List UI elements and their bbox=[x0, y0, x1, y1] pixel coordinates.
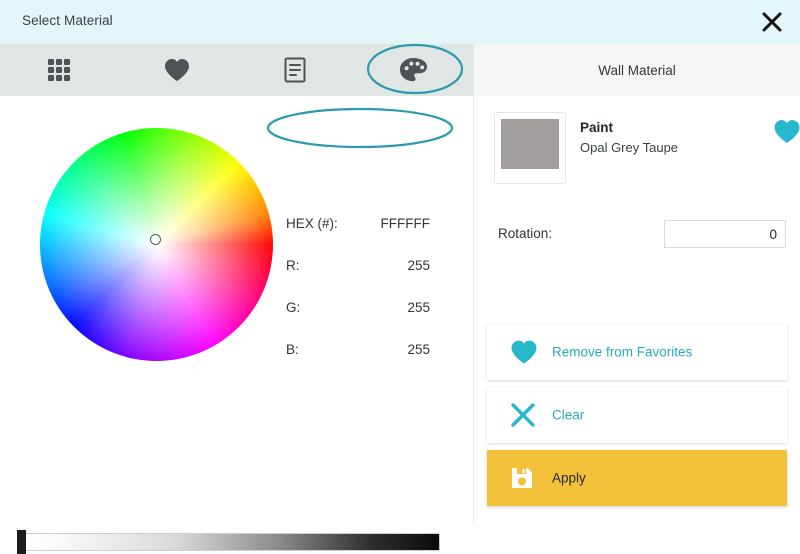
tab-palette[interactable] bbox=[354, 44, 472, 96]
material-name: Paint bbox=[580, 120, 614, 135]
rotation-input[interactable] bbox=[664, 220, 786, 248]
remove-from-favorites-button[interactable]: Remove from Favorites bbox=[487, 324, 787, 380]
color-picker-pane: HEX (#): FFFFFF R: 255 G: 255 B: 255 bbox=[0, 96, 473, 554]
brightness-slider-handle[interactable] bbox=[17, 530, 26, 554]
close-icon[interactable] bbox=[756, 6, 788, 38]
clear-button[interactable]: Clear bbox=[487, 387, 787, 443]
brightness-slider[interactable] bbox=[18, 533, 440, 551]
panel-header: Wall Material bbox=[474, 44, 800, 96]
save-floppy-icon bbox=[509, 465, 535, 491]
material-description: Opal Grey Taupe bbox=[580, 140, 679, 155]
color-wheel[interactable] bbox=[40, 128, 273, 361]
tab-favorites[interactable] bbox=[118, 44, 236, 96]
tab-list[interactable] bbox=[236, 44, 354, 96]
tab-bar bbox=[0, 44, 473, 138]
material-swatch[interactable] bbox=[494, 112, 566, 184]
blue-label: B: bbox=[286, 342, 299, 357]
hex-value[interactable]: FFFFFF bbox=[330, 216, 430, 231]
color-wheel-cursor[interactable] bbox=[150, 234, 161, 245]
favorite-heart-icon[interactable] bbox=[772, 118, 800, 145]
rotation-label: Rotation: bbox=[498, 226, 553, 241]
rotation-row: Rotation: bbox=[498, 220, 798, 250]
apply-button[interactable]: Apply bbox=[487, 450, 787, 506]
panel-header-label: Wall Material bbox=[598, 62, 676, 78]
tab-grid[interactable] bbox=[0, 44, 118, 96]
heart-filled-icon bbox=[509, 339, 539, 366]
page-title: Select Material bbox=[22, 13, 113, 28]
document-list-icon bbox=[282, 56, 308, 84]
material-detail-pane: Wall Material Paint Opal Grey Taupe Rota… bbox=[473, 44, 800, 525]
material-swatch-color bbox=[501, 119, 559, 169]
green-label: G: bbox=[286, 300, 301, 315]
red-label: R: bbox=[286, 258, 300, 273]
color-palette-icon bbox=[398, 56, 428, 84]
x-mark-icon bbox=[509, 401, 537, 429]
grid-3x3-icon bbox=[46, 57, 72, 83]
apply-label: Apply bbox=[552, 470, 586, 486]
blue-value[interactable]: 255 bbox=[330, 342, 430, 357]
select-material-dialog: Select Material HEX (#): FFFFFF R: 255 G… bbox=[0, 0, 800, 554]
remove-from-favorites-label: Remove from Favorites bbox=[552, 344, 693, 360]
green-value[interactable]: 255 bbox=[330, 300, 430, 315]
heart-icon bbox=[163, 57, 191, 83]
titlebar: Select Material bbox=[0, 0, 800, 44]
material-card: Paint Opal Grey Taupe bbox=[494, 112, 800, 192]
red-value[interactable]: 255 bbox=[330, 258, 430, 273]
clear-label: Clear bbox=[552, 407, 585, 423]
